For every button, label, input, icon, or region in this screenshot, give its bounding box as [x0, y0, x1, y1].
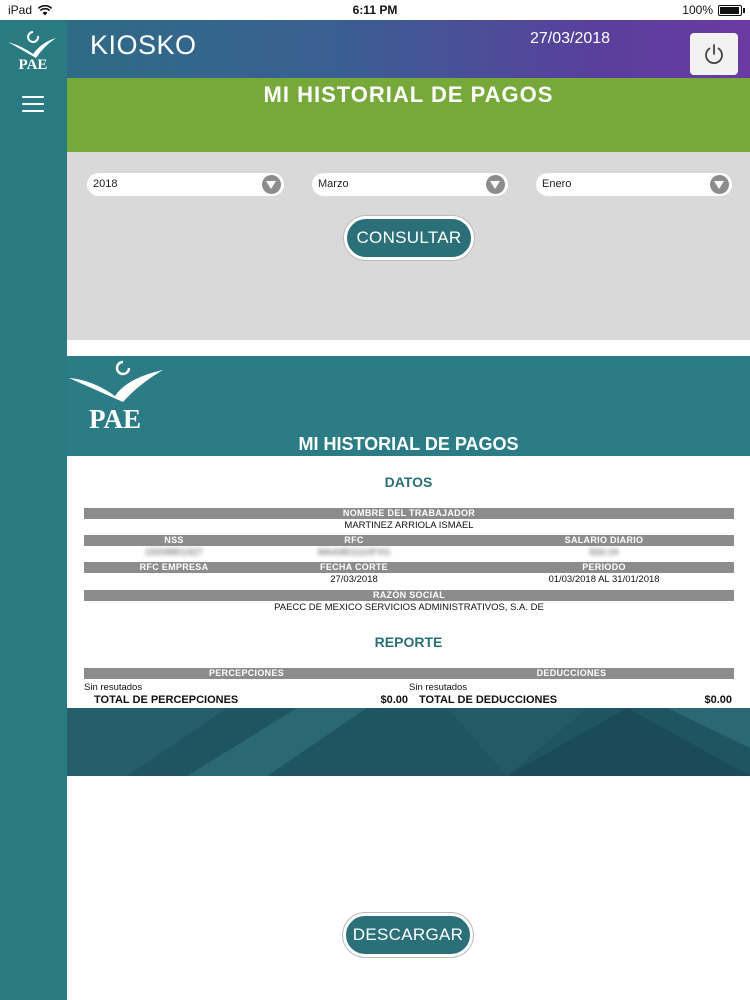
- month-end-value: Enero: [542, 178, 572, 190]
- razon-social-value: PAECC DE MEXICO SERVICIOS ADMINISTRATIVO…: [274, 602, 544, 613]
- app-title: KIOSKO: [90, 30, 197, 60]
- total-deducciones-label: TOTAL DE DEDUCCIONES: [419, 694, 558, 706]
- page-title: MI HISTORIAL DE PAGOS: [263, 82, 554, 107]
- report-empty-row: Sin resutados Sin resutados: [84, 681, 734, 694]
- salario-label: SALARIO DIARIO: [564, 535, 644, 545]
- percepciones-empty: Sin resutados: [84, 682, 143, 693]
- nombre-value: MARTINEZ ARRIOLA ISMAEL: [344, 520, 474, 531]
- menu-button[interactable]: [22, 96, 44, 112]
- page-title-bar: MI HISTORIAL DE PAGOS: [67, 78, 750, 152]
- month-end-select[interactable]: Enero: [536, 173, 732, 196]
- nombre-value-row: MARTINEZ ARRIOLA ISMAEL: [84, 519, 734, 532]
- status-time: 6:11 PM: [352, 3, 398, 17]
- razon-header-row: RAZÓN SOCIAL: [84, 590, 734, 601]
- pae-logo-icon: PAE: [8, 31, 56, 73]
- nss-header-row: NSS RFC SALARIO DIARIO: [84, 535, 734, 546]
- filter-panel: 2018 Marzo Enero CONSULTAR: [67, 152, 750, 340]
- empresa-value-row: 27/03/2018 01/03/2018 AL 31/01/2018: [84, 573, 734, 586]
- deducciones-empty: Sin resutados: [409, 682, 468, 693]
- menu-icon-line: [22, 96, 44, 98]
- header-logo-text: PAE: [19, 57, 48, 73]
- report-header-row: PERCEPCIONES DEDUCCIONES: [84, 668, 734, 679]
- total-deducciones-value: $0.00: [704, 694, 732, 706]
- deducciones-label: DEDUCCIONES: [536, 668, 607, 678]
- nombre-header-row: NOMBRE DEL TRABAJADOR: [84, 508, 734, 519]
- year-select[interactable]: 2018: [87, 173, 284, 196]
- battery-percent: 100%: [682, 3, 713, 17]
- fecha-corte-label: FECHA CORTE: [320, 562, 388, 572]
- report-title: MI HISTORIAL DE PAGOS: [298, 434, 519, 454]
- chevron-down-icon: [262, 175, 281, 194]
- sidebar: [0, 78, 67, 1000]
- report-header: PAE MI HISTORIAL DE PAGOS: [67, 356, 750, 456]
- report-totals-row: TOTAL DE PERCEPCIONES $0.00 TOTAL DE DED…: [84, 694, 734, 707]
- percepciones-label: PERCEPCIONES: [208, 668, 285, 678]
- chevron-down-icon: [710, 175, 729, 194]
- power-icon: [705, 44, 723, 65]
- pae-report-logo-icon: PAE: [69, 360, 163, 432]
- razon-social-label: RAZÓN SOCIAL: [372, 590, 446, 600]
- periodo-value: 01/03/2018 AL 31/01/2018: [548, 574, 660, 585]
- logout-button[interactable]: [690, 33, 738, 75]
- total-percepciones-value: $0.00: [380, 694, 408, 706]
- month-start-value: Marzo: [318, 178, 349, 190]
- header-date: 27/03/2018: [530, 30, 611, 47]
- nss-value-row: 15008801927 MAAI801110FXS 834.04: [84, 546, 734, 559]
- battery-icon: [718, 4, 745, 16]
- nombre-label: NOMBRE DEL TRABAJADOR: [342, 508, 476, 518]
- download-button[interactable]: DESCARGAR: [343, 913, 473, 957]
- rfc-empresa-label: RFC EMPRESA: [139, 562, 209, 572]
- year-select-value: 2018: [93, 178, 118, 190]
- periodo-label: PERIODO: [582, 562, 626, 572]
- nss-label: NSS: [164, 535, 184, 545]
- salario-value: 834.04: [589, 547, 619, 558]
- reporte-title: REPORTE: [374, 634, 443, 650]
- battery-fill: [720, 6, 739, 14]
- report-footer-band: [67, 708, 750, 776]
- consult-button[interactable]: CONSULTAR: [344, 216, 474, 260]
- total-percepciones-label: TOTAL DE PERCEPCIONES: [94, 694, 239, 706]
- app-header: PAE KIOSKO 27/03/2018: [0, 20, 750, 78]
- status-bar: iPad 6:11 PM 100%: [0, 0, 750, 20]
- report-logo-text: PAE: [89, 404, 141, 432]
- fecha-corte-value: 27/03/2018: [330, 574, 378, 585]
- razon-value-row: PAECC DE MEXICO SERVICIOS ADMINISTRATIVO…: [84, 601, 734, 614]
- header-logo: PAE: [0, 20, 67, 78]
- month-start-select[interactable]: Marzo: [312, 173, 508, 196]
- empresa-header-row: RFC EMPRESA FECHA CORTE PERIODO: [84, 562, 734, 573]
- menu-icon-line: [22, 103, 44, 105]
- chevron-down-icon: [486, 175, 505, 194]
- rfc-label: RFC: [344, 535, 364, 545]
- footer-pattern: [67, 708, 750, 776]
- rfc-value: MAAI801110FXS: [318, 547, 390, 558]
- menu-icon-line: [22, 110, 44, 112]
- nss-value: 15008801927: [144, 547, 204, 558]
- status-right: 100%: [682, 3, 745, 17]
- datos-title: DATOS: [384, 474, 433, 490]
